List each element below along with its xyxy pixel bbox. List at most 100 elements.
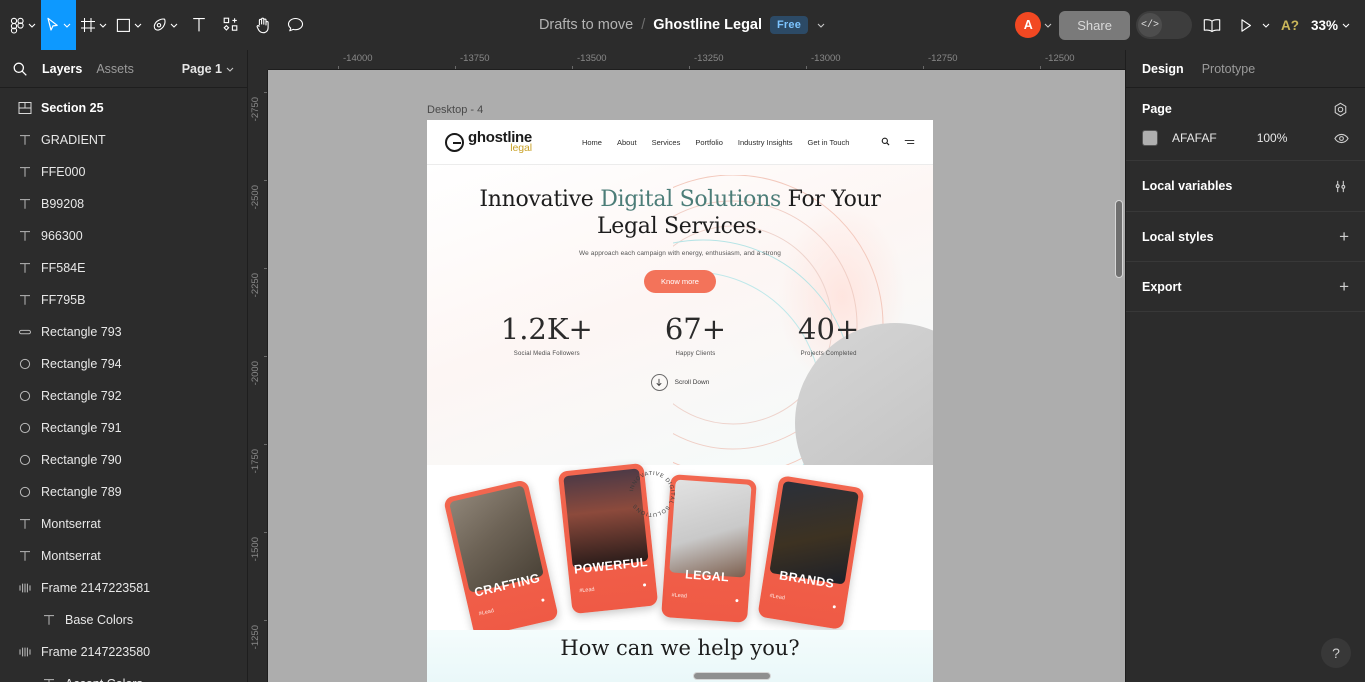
toolbar-right-group: A Share </> bbox=[1015, 0, 1365, 50]
site-nav-icons bbox=[881, 133, 915, 151]
move-tool-icon[interactable] bbox=[41, 0, 76, 50]
help-button[interactable]: ? bbox=[1321, 638, 1351, 668]
chevron-down-icon[interactable] bbox=[98, 20, 108, 30]
frame-label[interactable]: Desktop - 4 bbox=[427, 104, 483, 116]
nav-link-home[interactable]: Home bbox=[582, 138, 602, 147]
search-icon[interactable] bbox=[881, 133, 890, 151]
nav-link-about[interactable]: About bbox=[617, 138, 637, 147]
image-card[interactable]: BRANDS#Lead bbox=[757, 475, 864, 630]
nav-link-services[interactable]: Services bbox=[652, 138, 681, 147]
layer-row[interactable]: Base Colors bbox=[0, 604, 247, 636]
plan-badge[interactable]: Free bbox=[770, 16, 808, 34]
chevron-down-icon[interactable] bbox=[225, 64, 235, 74]
layer-row[interactable]: Accent Colors bbox=[0, 668, 247, 682]
layer-row[interactable]: Frame 2147223581 bbox=[0, 572, 247, 604]
hand-tool-icon[interactable] bbox=[247, 0, 279, 50]
share-button[interactable]: Share bbox=[1059, 11, 1130, 40]
stat-label: Projects Completed bbox=[798, 351, 859, 357]
local-variables-row[interactable]: Local variables bbox=[1126, 161, 1365, 212]
pen-tool-icon[interactable] bbox=[147, 0, 183, 50]
stats-row: 1.2K+Social Media Followers67+Happy Clie… bbox=[427, 315, 933, 357]
tab-assets[interactable]: Assets bbox=[96, 62, 134, 76]
layer-row[interactable]: Montserrat bbox=[0, 508, 247, 540]
design-frame-desktop-4[interactable]: ghostline legal Home About Services Portfol… bbox=[427, 120, 933, 682]
accessibility-a-badge[interactable]: A? bbox=[1277, 18, 1303, 33]
layer-row[interactable]: Rectangle 794 bbox=[0, 348, 247, 380]
layer-row[interactable]: Section 25 bbox=[0, 92, 247, 124]
eye-visibility-icon[interactable] bbox=[1334, 133, 1349, 144]
canvas-area[interactable]: -14000-13750-13500-13250-13000-12750-125… bbox=[248, 50, 1125, 682]
nav-link-portfolio[interactable]: Portfolio bbox=[695, 138, 723, 147]
chevron-down-icon[interactable] bbox=[169, 20, 179, 30]
text-layer-icon bbox=[18, 261, 32, 275]
components-tool-icon[interactable] bbox=[215, 0, 247, 50]
play-icon[interactable] bbox=[1232, 11, 1260, 39]
add-export-button[interactable]: + bbox=[1339, 278, 1349, 295]
tab-design[interactable]: Design bbox=[1142, 62, 1184, 76]
shape-tool-icon[interactable] bbox=[112, 0, 147, 50]
site-logo[interactable]: ghostline legal bbox=[445, 130, 532, 153]
user-avatar-menu[interactable]: A bbox=[1015, 12, 1053, 38]
layer-row[interactable]: Rectangle 791 bbox=[0, 412, 247, 444]
layer-row[interactable]: Montserrat bbox=[0, 540, 247, 572]
layer-row[interactable]: Rectangle 790 bbox=[0, 444, 247, 476]
local-styles-row[interactable]: Local styles + bbox=[1126, 212, 1365, 262]
layer-label: 966300 bbox=[41, 229, 83, 243]
image-card[interactable]: CRAFTING#Lead bbox=[443, 479, 559, 634]
layer-row[interactable]: Rectangle 793 bbox=[0, 316, 247, 348]
tab-prototype[interactable]: Prototype bbox=[1202, 62, 1256, 76]
canvas-viewport[interactable]: Desktop - 4 ghostline legal Home About Ser… bbox=[268, 70, 1125, 682]
add-local-style-button[interactable]: + bbox=[1339, 228, 1349, 245]
nav-link-industry-insights[interactable]: Industry Insights bbox=[738, 138, 793, 147]
tab-layers[interactable]: Layers bbox=[42, 62, 82, 76]
breadcrumb-file-name[interactable]: Ghostline Legal bbox=[653, 17, 762, 33]
page-selector[interactable]: Page 1 bbox=[182, 62, 235, 76]
ruler-tick-label: -12750 bbox=[928, 53, 958, 64]
chevron-down-icon[interactable] bbox=[27, 20, 37, 30]
layer-label: Rectangle 794 bbox=[41, 357, 122, 371]
nav-link-get-in-touch[interactable]: Get in Touch bbox=[807, 138, 849, 147]
layer-row[interactable]: FF795B bbox=[0, 284, 247, 316]
hero-headline: Innovative Digital Solutions For Your Le… bbox=[427, 187, 933, 241]
dev-mode-toggle[interactable]: </> bbox=[1136, 11, 1192, 39]
chevron-down-icon[interactable] bbox=[1043, 20, 1053, 30]
zoom-level-label[interactable]: 33% bbox=[1311, 18, 1338, 33]
page-fill-opacity[interactable]: 100% bbox=[1257, 131, 1288, 145]
search-icon[interactable] bbox=[12, 61, 28, 77]
export-row[interactable]: Export + bbox=[1126, 262, 1365, 312]
layer-row[interactable]: Frame 2147223580 bbox=[0, 636, 247, 668]
comment-tool-icon[interactable] bbox=[279, 0, 311, 50]
page-settings-icon[interactable] bbox=[1331, 100, 1349, 118]
ruler-tick-label: -1750 bbox=[250, 449, 261, 473]
figma-menu-icon[interactable] bbox=[6, 0, 41, 50]
frame-tool-icon[interactable] bbox=[76, 0, 112, 50]
layer-row[interactable]: Rectangle 792 bbox=[0, 380, 247, 412]
library-book-icon[interactable] bbox=[1198, 11, 1226, 39]
text-tool-icon[interactable] bbox=[183, 0, 215, 50]
canvas-vertical-scrollbar[interactable] bbox=[1115, 200, 1123, 278]
chevron-down-icon[interactable] bbox=[1341, 20, 1351, 30]
zoom-control[interactable]: 33% bbox=[1311, 18, 1351, 33]
canvas-horizontal-scrollbar[interactable] bbox=[693, 672, 771, 680]
hamburger-menu-icon[interactable] bbox=[904, 133, 915, 151]
breadcrumb-parent[interactable]: Drafts to move bbox=[539, 17, 633, 33]
layer-row[interactable]: Rectangle 789 bbox=[0, 476, 247, 508]
page-fill-swatch[interactable] bbox=[1142, 130, 1158, 146]
page-fill-hex[interactable]: AFAFAF bbox=[1172, 131, 1217, 145]
avatar[interactable]: A bbox=[1015, 12, 1041, 38]
chevron-down-icon[interactable] bbox=[1261, 20, 1271, 30]
layer-row[interactable]: 966300 bbox=[0, 220, 247, 252]
chevron-down-icon[interactable] bbox=[62, 20, 72, 30]
present-button[interactable] bbox=[1232, 11, 1271, 39]
layer-row[interactable]: GRADIENT bbox=[0, 124, 247, 156]
hero-cta-button[interactable]: Know more bbox=[644, 270, 716, 293]
file-menu-chevron-down-icon[interactable] bbox=[816, 20, 826, 30]
layer-row[interactable]: B99208 bbox=[0, 188, 247, 220]
layer-row[interactable]: FF584E bbox=[0, 252, 247, 284]
chevron-down-icon[interactable] bbox=[133, 20, 143, 30]
layer-row[interactable]: FFE000 bbox=[0, 156, 247, 188]
variables-sliders-icon[interactable] bbox=[1331, 177, 1349, 195]
app-body: Layers Assets Page 1 Section 25GRADIENTF… bbox=[0, 50, 1365, 682]
scroll-down-indicator[interactable]: Scroll Down bbox=[427, 374, 933, 391]
right-panel: Design Prototype Page AFAFAF 10 bbox=[1125, 50, 1365, 682]
